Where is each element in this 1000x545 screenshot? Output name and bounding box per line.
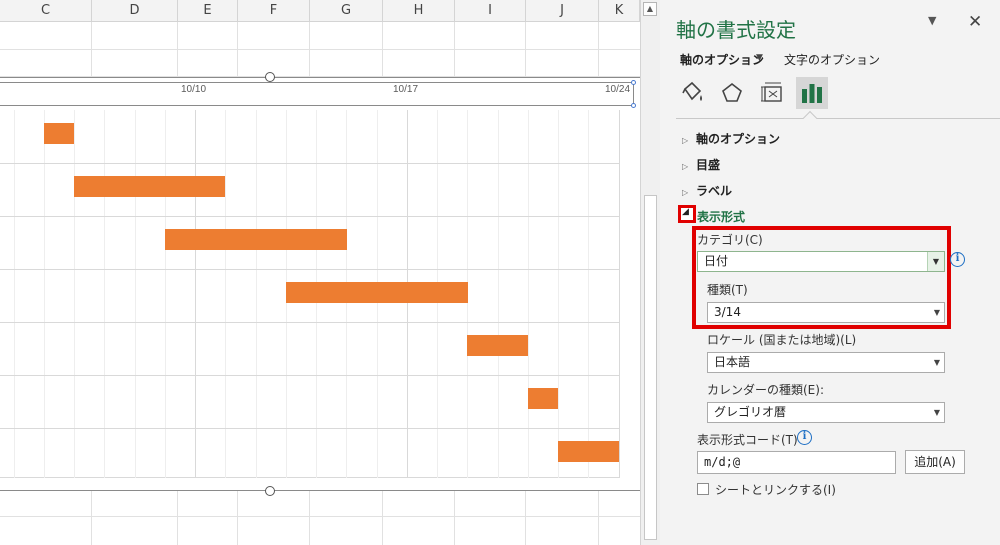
locale-dropdown[interactable]: 日本語 ▼: [707, 352, 945, 373]
scroll-up-icon[interactable]: ▲: [643, 2, 657, 16]
link-to-source-label: シートとリンクする(I): [715, 483, 836, 497]
plot-gridline: [0, 216, 620, 217]
section-label: 目盛: [696, 158, 721, 172]
section-labels[interactable]: ▷ ラベル: [682, 182, 732, 199]
section-label: 軸のオプション: [696, 132, 781, 146]
plot-gridline: [0, 428, 620, 429]
gantt-bar[interactable]: [165, 229, 347, 250]
plot-area[interactable]: [0, 110, 620, 478]
column-header-row: C D E F G H I J K: [0, 0, 640, 22]
plot-gridline: [0, 269, 620, 270]
chevron-down-icon[interactable]: ▼: [756, 53, 763, 63]
gantt-bar[interactable]: [44, 123, 74, 144]
plot-gridline: [74, 110, 75, 478]
plot-gridline: [588, 110, 589, 478]
tab-pointer: [802, 110, 818, 126]
spreadsheet-area: C D E F G H I J K 10/10 10/17 10/24: [0, 0, 640, 545]
selected-horizontal-axis[interactable]: [0, 82, 634, 106]
gantt-bar[interactable]: [286, 282, 468, 303]
section-axis-options[interactable]: ▷ 軸のオプション: [682, 130, 780, 147]
column-header-i[interactable]: I: [455, 0, 526, 22]
axis-tick-label: 10/10: [181, 84, 207, 95]
column-header-j[interactable]: J: [526, 0, 599, 22]
plot-gridline: [528, 110, 529, 478]
type-value: 3/14: [714, 305, 741, 319]
axis-tick-label: 10/17: [393, 84, 419, 95]
section-label: ラベル: [696, 184, 733, 198]
plot-gridline: [0, 322, 620, 323]
category-label: カテゴリ(C): [697, 233, 763, 247]
axis-tick-label: 10/24: [605, 84, 631, 95]
column-header-c[interactable]: C: [0, 0, 92, 22]
vertical-scrollbar[interactable]: ▲: [640, 0, 660, 545]
plot-gridline: [256, 110, 257, 478]
plot-gridline: [619, 110, 620, 478]
link-to-source-checkbox[interactable]: [697, 483, 709, 495]
axis-selection-handle[interactable]: [631, 80, 636, 85]
gantt-bar[interactable]: [467, 335, 528, 356]
gantt-bar[interactable]: [74, 176, 225, 197]
axis-options-icon[interactable]: [796, 77, 828, 109]
type-dropdown[interactable]: 3/14 ▼: [707, 302, 945, 323]
chevron-down-icon[interactable]: ▼: [934, 403, 940, 422]
chevron-down-icon[interactable]: ▼: [927, 252, 944, 271]
chevron-down-icon[interactable]: ▼: [928, 14, 936, 27]
locale-label: ロケール (国または地域)(L): [707, 333, 857, 347]
column-header-d[interactable]: D: [92, 0, 178, 22]
plot-gridline: [195, 110, 196, 478]
excel-window: C D E F G H I J K 10/10 10/17 10/24 ▲ 軸の…: [0, 0, 1000, 545]
plot-gridline: [0, 375, 620, 376]
plot-gridline: [0, 163, 620, 164]
link-to-source-row[interactable]: シートとリンクする(I): [697, 481, 836, 498]
plot-gridline: [104, 110, 105, 478]
pane-title: 軸の書式設定: [676, 18, 796, 42]
plot-gridline: [498, 110, 499, 478]
pane-divider: [676, 118, 1000, 119]
info-icon[interactable]: i: [797, 430, 812, 445]
calendar-dropdown[interactable]: グレゴリオ暦 ▼: [707, 402, 945, 423]
tab-text-options[interactable]: 文字のオプション: [784, 51, 880, 68]
gantt-bar[interactable]: [558, 441, 619, 462]
type-label: 種類(T): [707, 283, 748, 297]
tab-axis-options[interactable]: 軸のオプション: [680, 51, 764, 68]
calendar-label: カレンダーの種類(E):: [707, 383, 824, 397]
gridline: [0, 516, 640, 517]
plot-gridline: [44, 110, 45, 478]
effects-icon[interactable]: [716, 77, 748, 109]
fill-line-icon[interactable]: [676, 77, 708, 109]
chevron-down-icon[interactable]: ▼: [934, 303, 940, 322]
plot-gridline: [135, 110, 136, 478]
gantt-bar[interactable]: [528, 388, 558, 409]
axis-selection-handle[interactable]: [631, 103, 636, 108]
plot-gridline: [14, 110, 15, 478]
format-code-input[interactable]: m/d;@: [697, 451, 896, 474]
chart-resize-handle-top[interactable]: [265, 72, 275, 82]
info-icon[interactable]: i: [950, 252, 965, 267]
plot-gridline: [165, 110, 166, 478]
category-dropdown[interactable]: 日付 ▼: [697, 251, 945, 272]
scroll-thumb[interactable]: [644, 195, 657, 540]
column-header-g[interactable]: G: [310, 0, 383, 22]
section-tick-marks[interactable]: ▷ 目盛: [682, 156, 720, 173]
calendar-value: グレゴリオ暦: [714, 405, 787, 419]
category-value: 日付: [704, 254, 729, 268]
plot-gridline: [558, 110, 559, 478]
format-code-label: 表示形式コード(T): [697, 433, 798, 447]
plot-gridline: [225, 110, 226, 478]
locale-value: 日本語: [714, 355, 751, 369]
collapse-toggle-icon[interactable]: ◢: [678, 205, 696, 223]
column-header-k[interactable]: K: [599, 0, 640, 22]
chevron-down-icon[interactable]: ▼: [934, 353, 940, 372]
column-header-e[interactable]: E: [178, 0, 238, 22]
column-header-h[interactable]: H: [383, 0, 455, 22]
section-number-format[interactable]: 表示形式: [697, 208, 745, 225]
add-button[interactable]: 追加(A): [905, 450, 965, 474]
column-header-f[interactable]: F: [238, 0, 310, 22]
chart-resize-handle-bottom[interactable]: [265, 486, 275, 496]
gridline: [0, 49, 640, 50]
close-icon[interactable]: ✕: [968, 12, 982, 32]
size-properties-icon[interactable]: [756, 77, 788, 109]
